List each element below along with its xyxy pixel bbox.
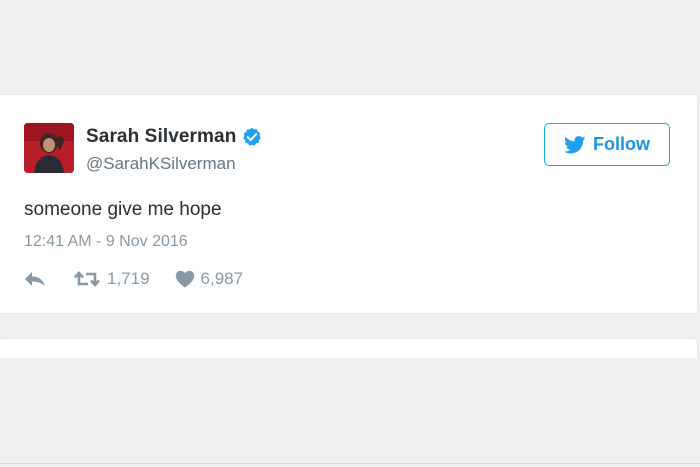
author-display-name[interactable]: Sarah Silverman xyxy=(86,126,236,148)
author-name-row: Sarah Silverman xyxy=(86,126,262,148)
avatar[interactable] xyxy=(24,123,74,173)
retweet-count: 1,719 xyxy=(107,269,150,288)
follow-button-label: Follow xyxy=(593,134,650,154)
twitter-bird-icon xyxy=(564,135,586,153)
tweet-timestamp[interactable]: 12:41 AM - 9 Nov 2016 xyxy=(24,233,188,251)
like-count: 6,987 xyxy=(200,269,244,288)
reply-icon xyxy=(25,272,45,286)
next-tweet-card xyxy=(0,338,698,358)
page: Sarah Silverman @SarahKSilverman Follow … xyxy=(0,0,700,467)
retweet-button[interactable]: 1,719 xyxy=(74,269,150,289)
retweet-icon xyxy=(74,271,100,287)
heart-icon xyxy=(175,270,194,288)
author-handle[interactable]: @SarahKSilverman xyxy=(86,154,236,174)
verified-badge-icon xyxy=(242,127,262,147)
tweet-text: someone give me hope xyxy=(24,199,222,220)
reply-button[interactable] xyxy=(24,271,48,287)
divider xyxy=(0,463,700,464)
follow-button[interactable]: Follow xyxy=(544,123,670,166)
like-button[interactable]: 6,987 xyxy=(175,269,244,289)
avatar-image xyxy=(24,123,74,173)
tweet-actions: 1,719 6,987 xyxy=(24,269,243,289)
